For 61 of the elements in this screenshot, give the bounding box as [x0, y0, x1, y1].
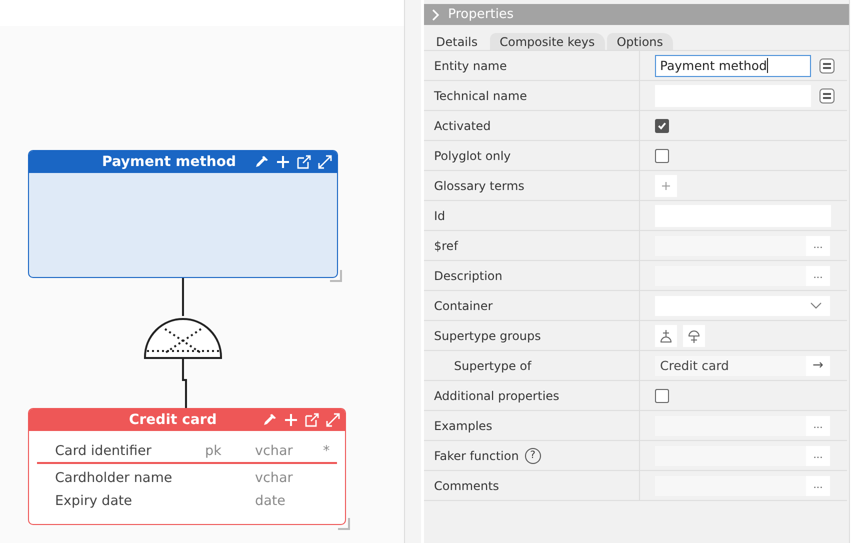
expand-icon[interactable] [325, 412, 341, 428]
property-label: Comments [434, 478, 500, 492]
attribute-type: vchar [255, 470, 294, 486]
entity-card[interactable]: Credit card Card identifier pk vchar * Cardholder name vchar Expiry date date [28, 408, 346, 525]
property-label: $ref [434, 238, 458, 252]
property-label: Faker function [434, 448, 519, 462]
resize-handle[interactable] [330, 270, 342, 282]
go-button[interactable]: → [806, 356, 830, 376]
entity-title: Payment method [102, 154, 238, 170]
resize-handle[interactable] [338, 518, 350, 530]
attribute-type: date [255, 492, 286, 508]
panel-title: Properties [448, 7, 514, 22]
property-label: Entity name [434, 58, 507, 72]
help-icon[interactable]: ? [524, 448, 541, 464]
property-label: Id [434, 208, 446, 222]
entity-card[interactable]: Payment method [28, 150, 338, 278]
external-link-icon[interactable] [304, 412, 320, 428]
property-label: Description [434, 268, 502, 282]
external-link-icon[interactable] [296, 154, 312, 170]
entity-title: Credit card [129, 412, 218, 428]
menu-icon[interactable] [819, 88, 835, 104]
add-button[interactable] [655, 174, 677, 196]
more-button[interactable]: ... [806, 236, 830, 256]
group-icon[interactable] [683, 324, 705, 346]
property-label: Supertype groups [434, 328, 541, 342]
plus-icon[interactable] [275, 154, 291, 170]
tab[interactable]: Composite keys [490, 33, 605, 50]
more-button[interactable]: ... [806, 446, 830, 466]
connector-line [182, 278, 184, 316]
property-label: Examples [434, 418, 492, 432]
property-label: Glossary terms [434, 178, 524, 192]
more-button[interactable]: ... [806, 416, 830, 436]
property-label: Additional properties [434, 388, 560, 402]
checkbox[interactable] [655, 388, 669, 402]
attribute-type: vchar [255, 442, 294, 458]
connector-line [182, 359, 187, 408]
expand-icon[interactable] [317, 154, 333, 170]
property-label: Container [434, 298, 493, 312]
tab[interactable]: Options [606, 33, 674, 50]
attribute-name: Cardholder name [54, 470, 174, 486]
more-button[interactable]: ... [806, 476, 830, 496]
chevron-down-icon [810, 302, 822, 310]
property-label: Activated [434, 118, 491, 132]
plus-icon[interactable] [283, 412, 299, 428]
required-mark: * [323, 442, 330, 458]
subtype-field[interactable]: Credit card [655, 356, 806, 376]
add-group-icon[interactable] [655, 324, 677, 346]
menu-icon[interactable] [819, 58, 835, 74]
inheritance-symbol[interactable] [144, 318, 222, 359]
property-label: Supertype of [454, 358, 532, 372]
attribute-name: Card identifier [54, 442, 152, 458]
eyedropper-icon[interactable] [254, 154, 270, 170]
more-button[interactable]: ... [806, 266, 830, 286]
property-label: Technical name [434, 88, 527, 102]
eyedropper-icon[interactable] [262, 412, 278, 428]
text-field[interactable]: Payment method [655, 54, 811, 76]
property-label: Polyglot only [434, 148, 511, 162]
attribute-name: Expiry date [54, 492, 134, 508]
checkbox[interactable] [655, 148, 669, 162]
key-label: pk [205, 442, 222, 458]
checkbox[interactable] [655, 118, 669, 132]
